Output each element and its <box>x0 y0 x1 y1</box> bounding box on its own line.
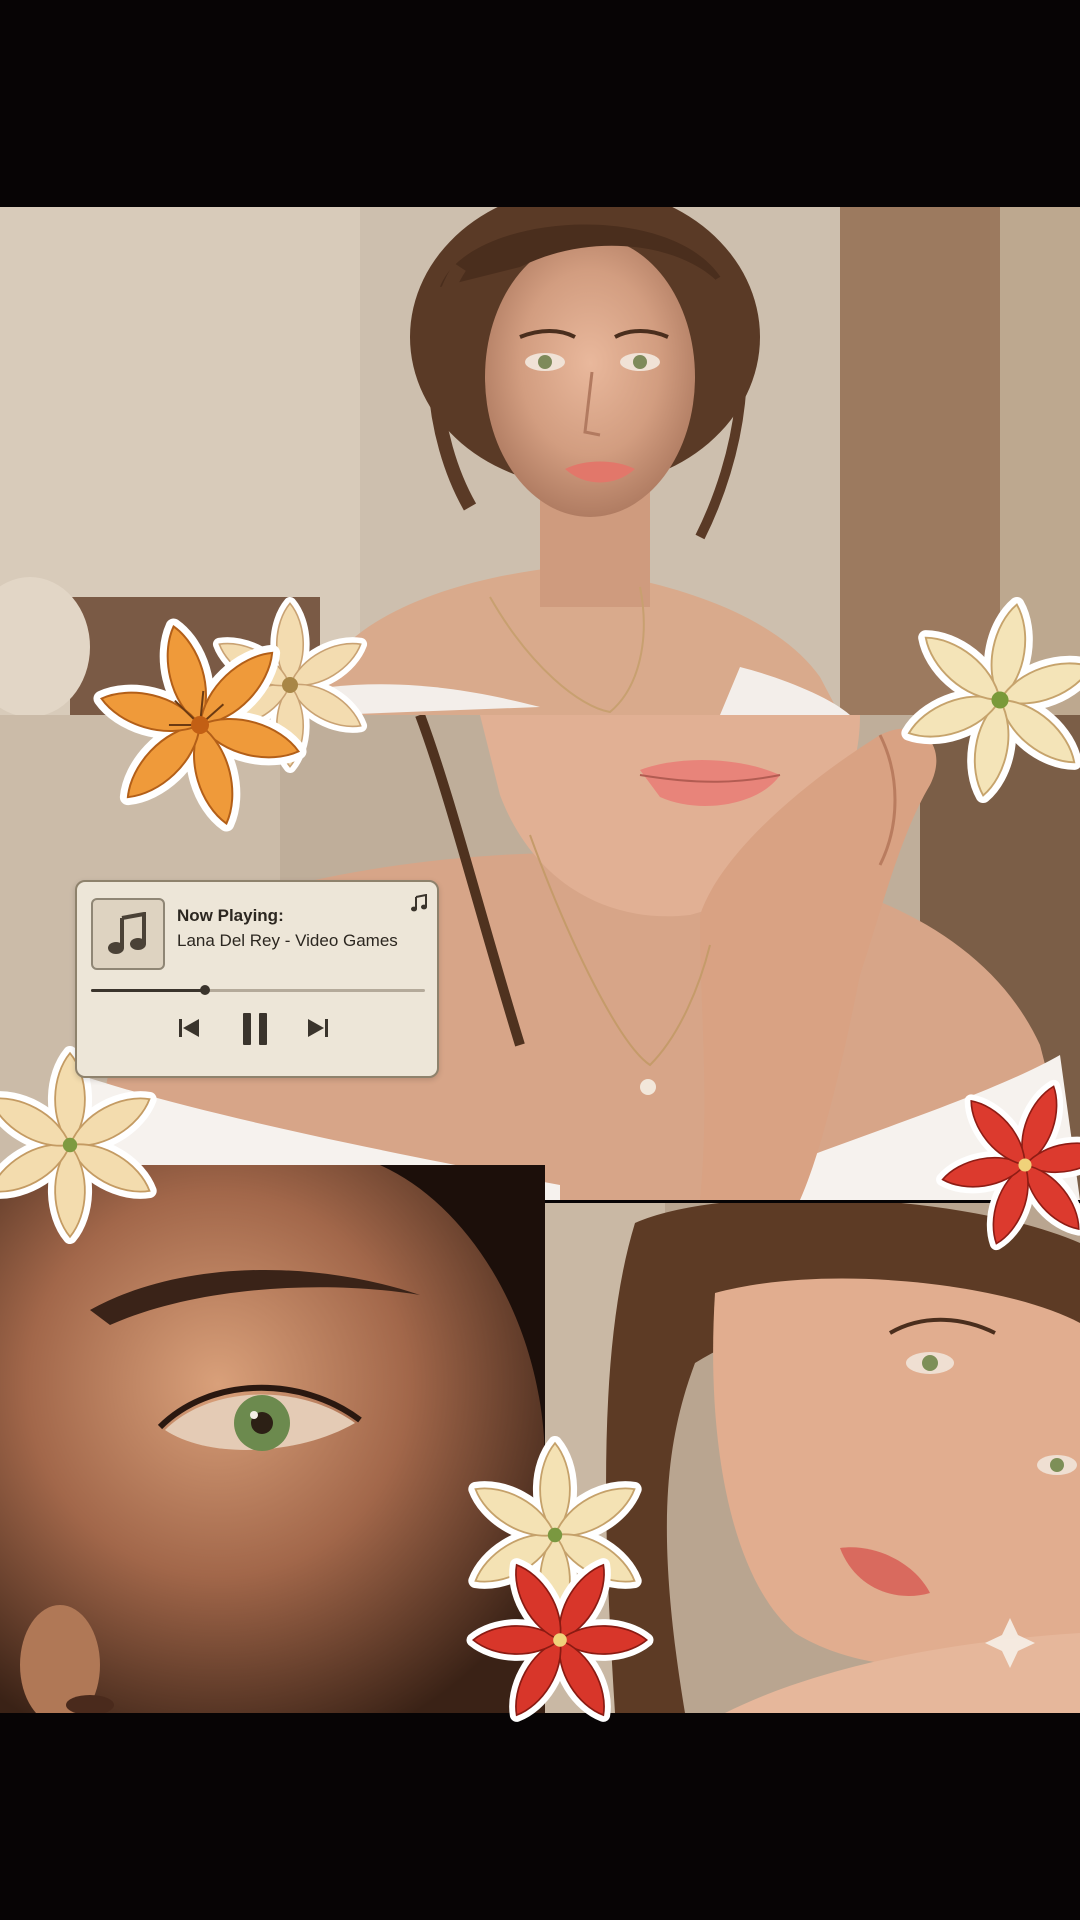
now-playing-label: Now Playing: <box>177 906 284 925</box>
pause-icon <box>243 1013 267 1045</box>
pause-button[interactable] <box>241 1012 269 1051</box>
album-art <box>91 898 165 970</box>
music-note-icon <box>108 912 146 954</box>
previous-track-icon <box>179 1019 199 1037</box>
lily-sticker-cluster-bottom <box>430 1440 690 1720</box>
next-track-icon <box>308 1019 328 1037</box>
music-player-widget: Now Playing: Lana Del Rey - Video Games <box>75 880 439 1078</box>
track-title: Lana Del Rey - Video Games <box>177 931 398 950</box>
progress-bar[interactable] <box>91 985 425 995</box>
lily-sticker-orange <box>90 590 380 820</box>
progress-thumb[interactable] <box>199 985 210 995</box>
music-note-small-icon <box>411 894 427 912</box>
previous-track-button[interactable] <box>177 1017 201 1044</box>
lily-sticker-cream-top-right <box>885 590 1080 820</box>
next-track-button[interactable] <box>306 1017 330 1044</box>
progress-fill <box>91 989 205 992</box>
lily-sticker-red-right <box>925 1070 1080 1270</box>
